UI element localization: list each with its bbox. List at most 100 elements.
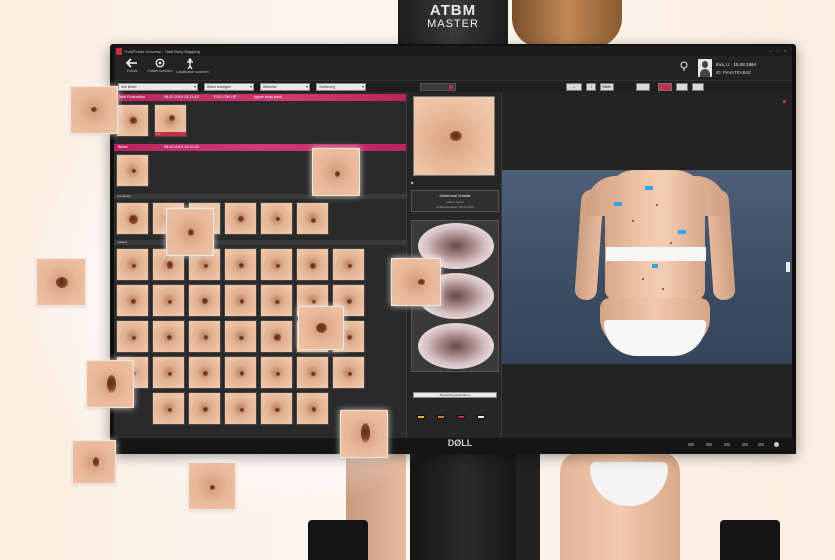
floating-lesion-card: [70, 86, 118, 134]
lesion-spot[interactable]: [662, 288, 664, 290]
lesion-thumbnail[interactable]: [188, 320, 221, 353]
floating-lesion-card: [188, 462, 236, 510]
monitor-button[interactable]: [758, 443, 764, 446]
body-view-button[interactable]: [676, 83, 688, 91]
image-filter-dropdown[interactable]: Alle Bilder ▾: [118, 83, 198, 91]
back-button[interactable]: Zurück: [118, 58, 146, 78]
flip-horizontal-button[interactable]: ↔: [566, 83, 582, 91]
play-icon[interactable]: ▶: [411, 180, 414, 185]
lesion-thumbnail[interactable]: [116, 248, 149, 281]
window-controls[interactable]: – ▫ ×: [770, 48, 788, 53]
lesion-thumbnail[interactable]: [224, 392, 257, 425]
lesion-spot[interactable]: [642, 278, 644, 280]
floating-lesion-card: [36, 258, 86, 306]
series-dropdown[interactable]: Bildreihe ▾: [260, 83, 310, 91]
more-button[interactable]: Mehr: [600, 83, 614, 91]
lesion-thumbnail[interactable]: [224, 356, 257, 389]
lesion-thumbnail[interactable]: [260, 202, 293, 235]
thumb-caption: 1 ×: [155, 132, 186, 136]
panel-handle[interactable]: [786, 262, 790, 272]
lesion-marker[interactable]: [652, 264, 658, 268]
lesion-marker[interactable]: [645, 186, 653, 190]
power-button[interactable]: [774, 442, 779, 447]
floating-lesion-card: [298, 306, 344, 350]
lesion-thumbnail[interactable]: [296, 202, 329, 235]
chevron-down-icon: ▾: [249, 84, 252, 89]
lesion-thumbnail[interactable]: 1 ×: [154, 104, 187, 137]
risk-color-red[interactable]: [457, 415, 465, 419]
scan-location-button[interactable]: Lokalisation scannen: [176, 58, 209, 78]
monitor-brand: DØLL: [447, 438, 473, 448]
scan-patient-button[interactable]: Patient scannen: [146, 58, 174, 78]
floating-lesion-card: [166, 208, 214, 256]
sort-dropdown[interactable]: Sortierung ▾: [316, 83, 366, 91]
lesion-marker[interactable]: [614, 202, 622, 206]
lesion-spot[interactable]: [632, 220, 634, 222]
lesion-thumbnail[interactable]: [116, 104, 149, 137]
lesion-thumbnail[interactable]: [188, 284, 221, 317]
lesion-thumbnail[interactable]: [116, 202, 149, 235]
group-header[interactable]: Bilder 08.02.2019 13:10:32: [114, 144, 406, 151]
lesion-spot[interactable]: [656, 204, 658, 206]
location-pin-icon[interactable]: [680, 61, 688, 71]
body-map-image[interactable]: [502, 170, 792, 364]
lesion-thumbnail[interactable]: [296, 248, 329, 281]
monitor-button[interactable]: [688, 443, 694, 446]
lesion-thumbnail[interactable]: [260, 392, 293, 425]
lesion-marker[interactable]: [678, 230, 686, 234]
monitor-button[interactable]: [706, 443, 712, 446]
lesion-thumbnail[interactable]: [260, 284, 293, 317]
lesion-thumbnail[interactable]: [296, 356, 329, 389]
lesion-thumbnail[interactable]: [152, 356, 185, 389]
scan-patient-label: Patient scannen: [147, 69, 173, 73]
lesion-thumbnail[interactable]: [152, 284, 185, 317]
group-tag: FOLLOW UP: [214, 95, 237, 99]
lesion-thumbnail[interactable]: [260, 320, 293, 353]
toolbar: Zurück Patient scannen Lokalisation scan…: [114, 56, 792, 80]
risk-color-yellow[interactable]: [417, 415, 425, 419]
lesion-thumbnail[interactable]: [152, 320, 185, 353]
view-slider[interactable]: [420, 83, 456, 91]
lesion-thumbnail[interactable]: [224, 248, 257, 281]
lesion-thumbnail[interactable]: [260, 248, 293, 281]
slider-knob[interactable]: [449, 85, 453, 89]
lesion-thumbnail[interactable]: [224, 320, 257, 353]
pin-button[interactable]: [692, 83, 704, 91]
lesion-thumbnail[interactable]: [332, 248, 365, 281]
lesion-thumbnail[interactable]: [188, 392, 221, 425]
playback-controls: ▶: [411, 180, 499, 186]
stand-foot-right: [720, 520, 780, 560]
lesion-thumbnail[interactable]: [224, 284, 257, 317]
lesion-details-box: Muttermal Details Datum 12.03 Aufnahmeda…: [411, 190, 499, 212]
selected-lesion-image[interactable]: [413, 96, 495, 176]
lesion-thumbnail[interactable]: [188, 356, 221, 389]
risk-color-white[interactable]: [477, 415, 485, 419]
lesion-thumbnail[interactable]: [224, 202, 257, 235]
monitor-button[interactable]: [742, 443, 748, 446]
lesion-spot[interactable]: [670, 242, 672, 244]
group-extra: upper body back: [254, 95, 283, 99]
lesion-thumbnail[interactable]: [116, 320, 149, 353]
lesion-thumbnail[interactable]: [116, 154, 149, 187]
lesion-thumbnail[interactable]: [116, 284, 149, 317]
dermoscopy-image[interactable]: [418, 323, 494, 369]
lesion-thumbnail[interactable]: [332, 356, 365, 389]
lesion-thumbnail[interactable]: [260, 356, 293, 389]
lesion-thumbnail[interactable]: [152, 392, 185, 425]
stand-column: [516, 452, 540, 560]
monitor-button[interactable]: [724, 443, 730, 446]
risk-color-orange[interactable]: [437, 415, 445, 419]
lesion-thumbnail[interactable]: [296, 392, 329, 425]
treatment-record-button[interactable]: Behandlungsaufnahme: [413, 392, 497, 398]
body-briefs: [604, 320, 706, 356]
chevron-down-icon: ▾: [193, 84, 196, 89]
display-dropdown[interactable]: Bilder anzeigen ▾: [204, 83, 254, 91]
details-title: Muttermal Details: [439, 193, 471, 198]
mark-lesion-button[interactable]: [658, 83, 672, 91]
layout-button[interactable]: [636, 83, 650, 91]
group-title: Total Evaluation: [118, 95, 145, 99]
body-scan-icon: [187, 58, 193, 69]
flip-vertical-button[interactable]: ↕: [586, 83, 596, 91]
sub-header: marked: [114, 240, 406, 245]
group-header[interactable]: Total Evaluation 08.02.2019 13:11:43 FOL…: [114, 94, 406, 101]
